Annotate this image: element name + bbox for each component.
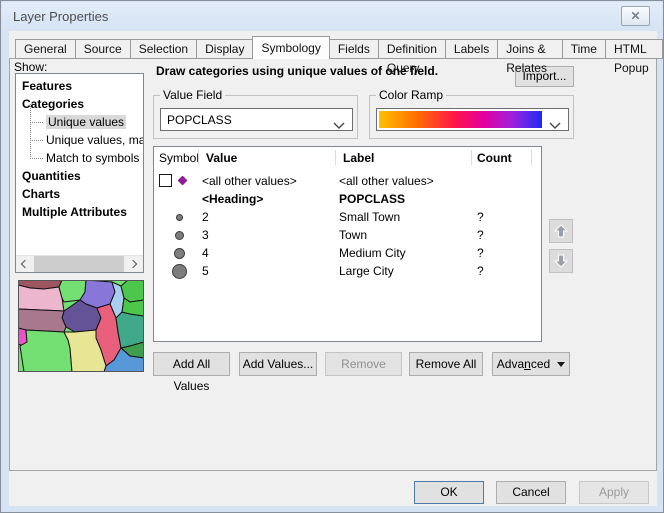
- symbol-cell: [154, 208, 200, 226]
- point-symbol-icon[interactable]: [176, 214, 183, 221]
- apply-button: Apply: [579, 481, 649, 504]
- table-row[interactable]: <Heading> POPCLASS: [154, 190, 541, 208]
- dropdown-arrow-icon: [557, 362, 565, 367]
- tree-item-quantities[interactable]: Quantities: [16, 167, 143, 185]
- column-header-count: Count: [477, 151, 512, 165]
- value-field-selected: POPCLASS: [167, 113, 232, 127]
- ok-button[interactable]: OK: [414, 481, 484, 504]
- table-row[interactable]: 2 Small Town ?: [154, 208, 541, 226]
- cell-label: Medium City: [339, 246, 406, 260]
- column-header-label: Label: [343, 151, 374, 165]
- remove-all-button[interactable]: Remove All: [409, 352, 483, 376]
- cell-value: 3: [202, 228, 209, 242]
- cell-value: <all other values>: [202, 174, 297, 188]
- cancel-button[interactable]: Cancel: [496, 481, 566, 504]
- tree-item-multiple-attributes[interactable]: Multiple Attributes: [16, 203, 143, 221]
- tab-joins-relates[interactable]: Joins & Relates: [497, 39, 561, 59]
- cell-label: Small Town: [339, 210, 400, 224]
- tab-time[interactable]: Time: [562, 39, 605, 59]
- color-ramp-group: Color Ramp: [369, 95, 574, 139]
- symbol-cell: [154, 262, 200, 280]
- unique-values-table: Symbol Value Label Count <all other valu…: [153, 146, 542, 342]
- tree-horizontal-scrollbar[interactable]: [16, 255, 143, 272]
- table-row[interactable]: 3 Town ?: [154, 226, 541, 244]
- value-field-label: Value Field: [160, 88, 225, 102]
- symbol-cell: [154, 226, 200, 244]
- tree-item-match-symbols[interactable]: Match to symbols in a: [16, 149, 143, 167]
- tree-item-features[interactable]: Features: [16, 77, 143, 95]
- point-symbol-icon[interactable]: [174, 248, 185, 259]
- cell-label: POPCLASS: [339, 192, 405, 206]
- tab-strip: General Source Selection Display Symbolo…: [15, 38, 663, 59]
- table-row[interactable]: 5 Large City ?: [154, 262, 541, 280]
- tab-source[interactable]: Source: [75, 39, 130, 59]
- add-values-button[interactable]: Add Values...: [239, 352, 317, 376]
- color-ramp-label: Color Ramp: [376, 88, 446, 102]
- color-ramp-dropdown[interactable]: [376, 108, 569, 131]
- point-symbol-icon[interactable]: [175, 231, 184, 240]
- chevron-down-icon: [549, 117, 561, 135]
- cell-label: Town: [339, 228, 367, 242]
- tab-labels[interactable]: Labels: [445, 39, 497, 59]
- cell-count: ?: [477, 210, 484, 224]
- add-all-values-button[interactable]: Add All Values: [153, 352, 230, 376]
- table-row[interactable]: <all other values> <all other values>: [154, 172, 541, 190]
- window-title: Layer Properties: [13, 9, 108, 24]
- symbol-cell: [154, 172, 200, 190]
- table-header: Symbol Value Label Count: [154, 147, 541, 170]
- tree-item-charts[interactable]: Charts: [16, 185, 143, 203]
- column-header-value: Value: [206, 151, 237, 165]
- color-ramp-gradient: [379, 111, 542, 128]
- move-up-button[interactable]: [549, 219, 573, 243]
- close-button[interactable]: ✕: [621, 6, 650, 26]
- method-description: Draw categories using unique values of o…: [156, 64, 506, 78]
- all-other-values-checkbox[interactable]: [159, 174, 172, 187]
- symbol-cell: [154, 244, 200, 262]
- arrow-down-icon: [553, 253, 569, 269]
- arrow-up-icon: [553, 223, 569, 239]
- scrollbar-thumb[interactable]: [34, 256, 124, 273]
- value-field-group: Value Field POPCLASS: [153, 95, 358, 139]
- cell-value: 5: [202, 264, 209, 278]
- cell-count: ?: [477, 228, 484, 242]
- close-icon: ✕: [630, 9, 640, 23]
- column-header-symbol: Symbol: [159, 151, 199, 165]
- show-tree: Features Categories Unique values Unique…: [15, 73, 144, 273]
- tab-selection[interactable]: Selection: [130, 39, 196, 59]
- scroll-right-arrow-icon[interactable]: [126, 256, 143, 273]
- tab-html-popup[interactable]: HTML Popup: [605, 39, 663, 59]
- tab-fields[interactable]: Fields: [330, 39, 378, 59]
- cell-value: <Heading>: [202, 192, 263, 206]
- point-symbol-icon[interactable]: [172, 264, 187, 279]
- cell-label: Large City: [339, 264, 394, 278]
- show-label: Show:: [14, 60, 47, 74]
- tab-definition-query[interactable]: Definition Query: [378, 39, 445, 59]
- cell-value: 4: [202, 246, 209, 260]
- tab-general[interactable]: General: [15, 39, 75, 59]
- cell-count: ?: [477, 264, 484, 278]
- cell-label: <all other values>: [339, 174, 434, 188]
- cell-value: 2: [202, 210, 209, 224]
- point-symbol-icon[interactable]: [178, 176, 188, 186]
- advanced-button[interactable]: Advanced: [492, 352, 570, 376]
- table-row[interactable]: 4 Medium City ?: [154, 244, 541, 262]
- value-field-dropdown[interactable]: POPCLASS: [160, 108, 353, 131]
- remove-button: Remove: [325, 352, 402, 376]
- tab-symbology[interactable]: Symbology: [252, 36, 329, 59]
- layer-properties-dialog: Layer Properties ✕ General Source Select…: [0, 0, 664, 513]
- cell-count: ?: [477, 246, 484, 260]
- move-down-button[interactable]: [549, 249, 573, 273]
- layer-preview-map: [18, 280, 144, 372]
- titlebar[interactable]: Layer Properties ✕: [2, 2, 662, 31]
- scroll-left-arrow-icon[interactable]: [16, 256, 33, 273]
- tab-display[interactable]: Display: [196, 39, 252, 59]
- chevron-down-icon: [333, 117, 345, 135]
